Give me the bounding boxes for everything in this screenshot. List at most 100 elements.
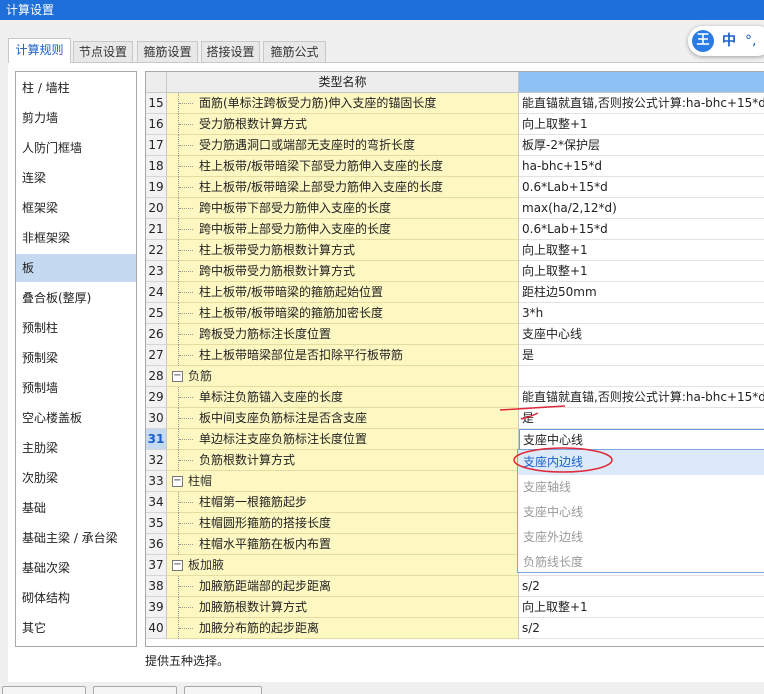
table-row[interactable]: 39 加腋筋根数计算方式 向上取整+1 (146, 597, 764, 618)
row-value-cell[interactable]: 0.6*Lab+15*d (519, 177, 764, 198)
row-number: 25 (146, 303, 167, 324)
sidebar-item[interactable]: 预制柱 (16, 314, 136, 342)
table-row[interactable]: 30 板中间支座负筋标注是否含支座 是 (146, 408, 764, 429)
sidebar-item[interactable]: 剪力墙 (16, 104, 136, 132)
row-value-cell[interactable]: 是 (519, 408, 764, 429)
dropdown-option[interactable]: 支座内边线 (518, 450, 764, 475)
row-name-cell: 受力筋根数计算方式 (167, 114, 519, 135)
row-value-cell[interactable]: s/2 (519, 618, 764, 639)
ime-logo-icon[interactable]: 王 (692, 30, 714, 52)
table-row[interactable]: 19 柱上板带/板带暗梁上部受力筋伸入支座的长度 0.6*Lab+15*d (146, 177, 764, 198)
table-row[interactable]: 24 柱上板带/板带暗梁的箍筋起始位置 距柱边50mm (146, 282, 764, 303)
row-name-cell: 受力筋遇洞口或端部无支座时的弯折长度 (167, 135, 519, 156)
row-name-text: 板加腋 (188, 558, 225, 572)
row-value-cell[interactable]: 向上取整+1 (519, 597, 764, 618)
sidebar-item[interactable]: 基础 (16, 494, 136, 522)
sidebar-item[interactable]: 其它 (16, 614, 136, 642)
dropdown-option[interactable]: 负筋线长度 (518, 550, 764, 575)
sidebar-item[interactable]: 人防门框墙 (16, 134, 136, 162)
sidebar-item[interactable]: 空心楼盖板 (16, 404, 136, 432)
tree-guide (178, 282, 198, 303)
ime-mode-toggle[interactable]: 中 (722, 31, 736, 51)
row-value-cell[interactable] (519, 366, 764, 387)
ime-toolbar[interactable]: 王 中 °, (688, 26, 764, 56)
bottom-button-2[interactable] (93, 686, 177, 694)
sidebar-item[interactable]: 框架梁 (16, 194, 136, 222)
row-value-cell[interactable]: 向上取整+1 (519, 114, 764, 135)
row-name-text: 加腋筋根数计算方式 (199, 600, 308, 614)
row-value-cell[interactable]: max(ha/2,12*d) (519, 198, 764, 219)
dropdown-option[interactable]: 支座轴线 (518, 475, 764, 500)
sidebar-item[interactable]: 柱 / 墙柱 (16, 74, 136, 102)
table-row[interactable]: 38 加腋筋距端部的起步距离 s/2 (146, 576, 764, 597)
row-value-cell[interactable]: 板厚-2*保护层 (519, 135, 764, 156)
row-value-cell[interactable]: 支座中心线 (519, 324, 764, 345)
row-value-cell[interactable]: 向上取整+1 (519, 261, 764, 282)
row-value-cell[interactable]: 向上取整+1 (519, 240, 764, 261)
sidebar-item[interactable]: 预制梁 (16, 344, 136, 372)
row-name-cell: 单边标注支座负筋标注长度位置 (167, 429, 519, 450)
sidebar-item[interactable]: 基础次梁 (16, 554, 136, 582)
table-row[interactable]: 22 柱上板带受力筋根数计算方式 向上取整+1 (146, 240, 764, 261)
table-row[interactable]: 26 跨板受力筋标注长度位置 支座中心线 (146, 324, 764, 345)
table-row[interactable]: 27 柱上板带暗梁部位是否扣除平行板带筋 是 (146, 345, 764, 366)
table-row[interactable]: 21 跨中板带上部受力筋伸入支座的长度 0.6*Lab+15*d (146, 219, 764, 240)
sidebar-item[interactable]: 板 (16, 254, 136, 282)
row-name-text: 单标注负筋锚入支座的长度 (199, 390, 344, 404)
row-value-cell[interactable]: 是 (519, 345, 764, 366)
collapse-icon[interactable]: − (172, 560, 183, 571)
sidebar-item[interactable]: 叠合板(整厚) (16, 284, 136, 312)
tab-stirrup-settings[interactable]: 箍筋设置 (137, 41, 198, 62)
table-row[interactable]: 15 面筋(单标注跨板受力筋)伸入支座的锚固长度 能直锚就直锚,否则按公式计算:ha… (146, 93, 764, 114)
tree-guide (178, 156, 198, 177)
tree-guide (178, 114, 198, 135)
dropdown-option[interactable]: 支座中心线 (518, 500, 764, 525)
tree-guide (178, 387, 198, 408)
dropdown-option[interactable]: 支座外边线 (518, 525, 764, 550)
tab-node-settings[interactable]: 节点设置 (73, 41, 133, 62)
value-select-field[interactable]: 支座中心线 (519, 429, 764, 450)
tab-lap-settings[interactable]: 搭接设置 (201, 41, 260, 62)
bottom-button-3[interactable] (184, 686, 262, 694)
collapse-icon[interactable]: − (172, 371, 183, 382)
table-row[interactable]: 20 跨中板带下部受力筋伸入支座的长度 max(ha/2,12*d) (146, 198, 764, 219)
value-dropdown-list[interactable]: 支座内边线 支座轴线 支座中心线 支座外边线 负筋线长度 (517, 449, 764, 573)
row-number: 22 (146, 240, 167, 261)
row-value-cell[interactable]: s/2 (519, 576, 764, 597)
row-name-text: 柱上板带/板带暗梁下部受力筋伸入支座的长度 (199, 159, 444, 173)
row-value-cell[interactable]: ha-bhc+15*d (519, 156, 764, 177)
sidebar-item[interactable]: 次肋梁 (16, 464, 136, 492)
sidebar-item[interactable]: 主肋梁 (16, 434, 136, 462)
category-list[interactable]: 柱 / 墙柱 剪力墙 人防门框墙 连梁 框架梁 非框架梁板叠合板(整厚) 预制柱 预制梁 预制墙… (15, 71, 137, 647)
row-number: 24 (146, 282, 167, 303)
row-value-cell[interactable]: 3*h (519, 303, 764, 324)
tab-stirrup-formula[interactable]: 箍筋公式 (263, 41, 326, 62)
table-row[interactable]: 25 柱上板带/板带暗梁的箍筋加密长度 3*h (146, 303, 764, 324)
table-row[interactable]: 18 柱上板带/板带暗梁下部受力筋伸入支座的长度 ha-bhc+15*d (146, 156, 764, 177)
sidebar-item[interactable]: 基础主梁 / 承台梁 (16, 524, 136, 552)
row-value-cell[interactable]: 0.6*Lab+15*d (519, 219, 764, 240)
row-value-cell[interactable]: 能直锚就直锚,否则按公式计算:ha-bhc+15*d (519, 93, 764, 114)
row-name-cell: 单标注负筋锚入支座的长度 (167, 387, 519, 408)
sidebar-item[interactable]: 连梁 (16, 164, 136, 192)
tab-calc-rules[interactable]: 计算规则 (8, 38, 71, 63)
bottom-button-1[interactable] (2, 686, 86, 694)
tree-guide (178, 135, 198, 156)
sidebar-item[interactable]: 预制墙 (16, 374, 136, 402)
table-row[interactable]: 40 加腋分布筋的起步距离 s/2 (146, 618, 764, 639)
ime-punctuation-toggle[interactable]: °, (745, 31, 756, 51)
collapse-icon[interactable]: − (172, 476, 183, 487)
row-number: 36 (146, 534, 167, 555)
sidebar-item[interactable]: 砌体结构 (16, 584, 136, 612)
table-row[interactable]: 17 受力筋遇洞口或端部无支座时的弯折长度 板厚-2*保护层 (146, 135, 764, 156)
row-name-text: 板中间支座负筋标注是否含支座 (199, 411, 368, 425)
table-row[interactable]: 31 单边标注支座负筋标注长度位置 支座中心线 (146, 429, 764, 450)
table-row[interactable]: 29 单标注负筋锚入支座的长度 能直锚就直锚,否则按公式计算:ha-bhc+15*d (146, 387, 764, 408)
table-row[interactable]: 16 受力筋根数计算方式 向上取整+1 (146, 114, 764, 135)
group-row[interactable]: 28− 负筋 (146, 366, 764, 387)
table-row[interactable]: 23 跨中板带受力筋根数计算方式 向上取整+1 (146, 261, 764, 282)
row-value-cell[interactable]: 能直锚就直锚,否则按公式计算:ha-bhc+15*d (519, 387, 764, 408)
sidebar-item[interactable]: 非框架梁 (16, 224, 136, 252)
row-value-cell[interactable]: 距柱边50mm (519, 282, 764, 303)
row-number: 17 (146, 135, 167, 156)
